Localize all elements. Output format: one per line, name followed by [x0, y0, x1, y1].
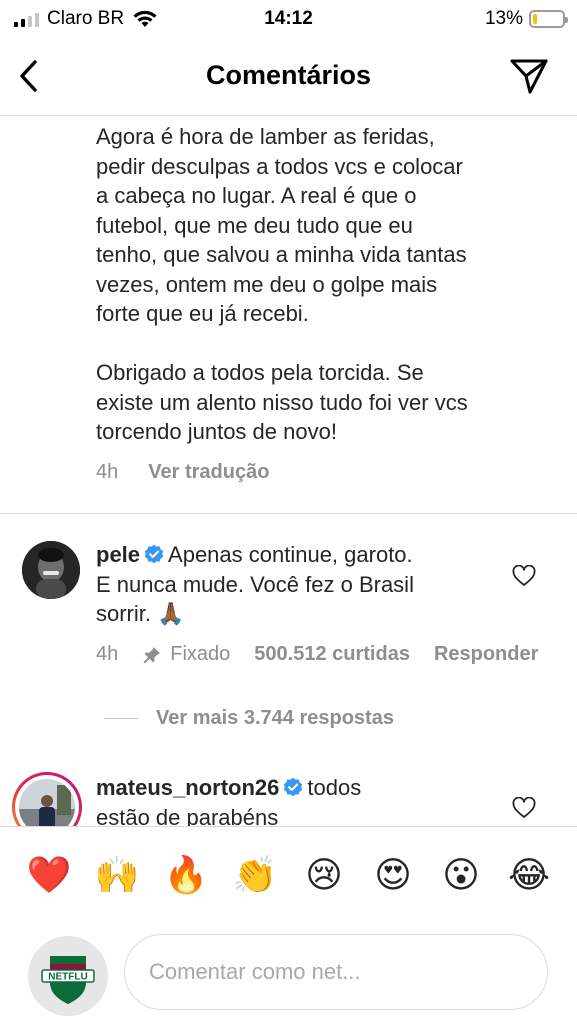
divider [0, 513, 577, 514]
emoji-heart-button[interactable]: ❤️ [26, 853, 72, 899]
caption-time: 4h [96, 461, 119, 483]
comment-meta: 4h Fixado 500.512 curtidas Responder [96, 643, 538, 666]
view-more-replies[interactable]: Ver mais 3.744 respostas [104, 707, 394, 730]
pin-icon [143, 646, 161, 663]
reply-button[interactable]: Responder [434, 643, 538, 666]
battery-percent: 13% [484, 8, 523, 29]
paper-plane-icon[interactable] [509, 56, 549, 96]
emoji-crying-button[interactable]: 😢 [301, 853, 347, 899]
avatar[interactable] [22, 541, 80, 599]
comment-text-line: todos [307, 775, 362, 800]
emoji-heart-eyes-button[interactable]: 😍 [370, 853, 416, 899]
caption-meta: 4h Ver tradução [96, 461, 269, 484]
like-heart-icon[interactable] [512, 797, 536, 819]
caption-paragraph: Agora é hora de lamber as feridas, pedir… [96, 124, 467, 326]
emoji-quick-bar: ❤️ 🙌 🔥 👏 😢 😍 😮 😂 [0, 826, 577, 930]
status-right: 13% [484, 8, 568, 30]
caption-paragraph: Obrigado a todos pela torcida. Se existe… [96, 360, 468, 444]
emoji-laughing-button[interactable]: 😂 [506, 853, 552, 899]
comment-username[interactable]: mateus_norton26 [96, 775, 279, 800]
likes-count[interactable]: 500.512 curtidas [254, 643, 410, 666]
verified-badge-icon [144, 544, 164, 564]
emoji-raised-hands-button[interactable]: 🙌 [94, 853, 140, 899]
comment-username[interactable]: pele [96, 542, 140, 567]
comment-input[interactable] [124, 934, 548, 1010]
battery-icon [529, 10, 568, 28]
my-avatar[interactable]: NETFLU [28, 936, 108, 1016]
comment-composer: NETFLU [0, 930, 577, 1024]
comment-text-line: Apenas continue, garoto. [168, 542, 413, 567]
battery-fill [533, 14, 537, 24]
like-heart-icon[interactable] [512, 565, 536, 587]
comment-text-rest: E nunca mude. Você fez o Brasil sorrir. … [96, 571, 414, 627]
emoji-fire-button[interactable]: 🔥 [163, 853, 209, 899]
post-caption: Agora é hora de lamber as feridas, pedir… [96, 122, 566, 447]
page-title: Comentários [205, 60, 372, 90]
pinned-label: Fixado [142, 643, 230, 666]
pinned-text: Fixado [170, 643, 231, 665]
emoji-clap-button[interactable]: 👏 [232, 853, 278, 899]
person-photo-icon [22, 541, 80, 599]
avatar-logo-text: NETFLU [48, 972, 87, 983]
status-bar: Claro BR 14:12 13% [0, 0, 577, 38]
comment-body: mateus_norton26 todos estão de parabéns [96, 773, 516, 832]
see-translation-link[interactable]: Ver tradução [148, 461, 269, 484]
verified-badge-icon [284, 777, 303, 797]
emoji-surprised-button[interactable]: 😮 [438, 853, 484, 899]
club-crest-icon: NETFLU [28, 936, 108, 1016]
view-more-replies-label[interactable]: Ver mais 3.744 respostas [156, 707, 394, 730]
reply-thread-line [104, 718, 138, 719]
top-nav: Comentários [0, 38, 577, 116]
comment-time: 4h [96, 643, 119, 665]
comment-body: pele Apenas continue, garoto. E nunca mu… [96, 540, 516, 629]
